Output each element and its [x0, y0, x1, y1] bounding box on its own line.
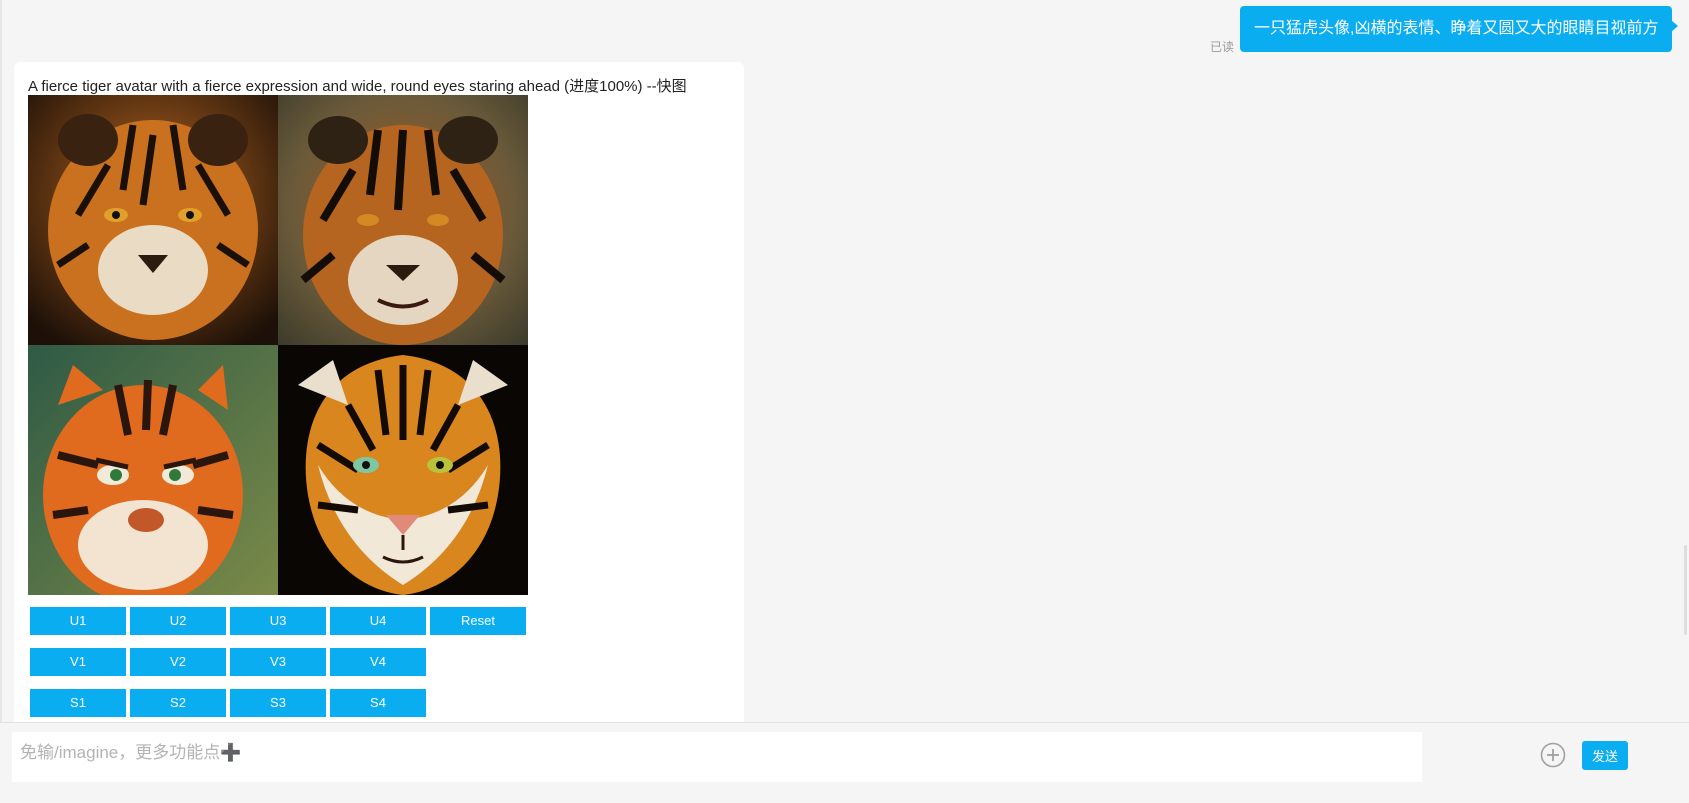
- s-button-row: S1 S2 S3 S4: [30, 689, 426, 717]
- generated-image-grid[interactable]: [28, 95, 528, 595]
- message-list[interactable]: 已读 一只猛虎头像,凶横的表情、睁着又圆又大的眼睛目视前方 A fierce t…: [0, 0, 1689, 722]
- u3-button[interactable]: U3: [230, 607, 326, 635]
- composer-bar: 发送: [0, 722, 1689, 803]
- bot-message-text: A fierce tiger avatar with a fierce expr…: [28, 78, 687, 95]
- reset-button[interactable]: Reset: [430, 607, 526, 635]
- tiger-photo-1-icon: [28, 95, 278, 345]
- scrollbar-thumb[interactable]: [1684, 545, 1687, 635]
- message-input[interactable]: [12, 732, 1422, 782]
- s3-button[interactable]: S3: [230, 689, 326, 717]
- s1-button[interactable]: S1: [30, 689, 126, 717]
- tiger-photo-2-icon: [278, 95, 528, 345]
- send-button[interactable]: 发送: [1582, 741, 1628, 770]
- v3-button[interactable]: V3: [230, 648, 326, 676]
- variation-button-row: V1 V2 V3 V4: [30, 648, 426, 676]
- v4-button[interactable]: V4: [330, 648, 426, 676]
- s4-button[interactable]: S4: [330, 689, 426, 717]
- u2-button[interactable]: U2: [130, 607, 226, 635]
- image-tile-3: [28, 345, 278, 595]
- bot-message-card: A fierce tiger avatar with a fierce expr…: [14, 62, 744, 722]
- v1-button[interactable]: V1: [30, 648, 126, 676]
- u4-button[interactable]: U4: [330, 607, 426, 635]
- tiger-illustration-4-icon: [278, 345, 528, 595]
- user-message-bubble: 一只猛虎头像,凶横的表情、睁着又圆又大的眼睛目视前方: [1240, 6, 1679, 52]
- image-tile-2: [278, 95, 528, 345]
- read-status: 已读: [1209, 40, 1234, 54]
- image-tile-4: [278, 345, 528, 595]
- s2-button[interactable]: S2: [130, 689, 226, 717]
- u1-button[interactable]: U1: [30, 607, 126, 635]
- plus-circle-icon[interactable]: [1540, 742, 1566, 768]
- chat-page: 已读 一只猛虎头像,凶横的表情、睁着又圆又大的眼睛目视前方 A fierce t…: [0, 0, 1689, 803]
- upscale-button-row: U1 U2 U3 U4 Reset: [30, 607, 526, 635]
- v2-button[interactable]: V2: [130, 648, 226, 676]
- tiger-cartoon-3-icon: [28, 345, 278, 595]
- image-tile-1: [28, 95, 278, 345]
